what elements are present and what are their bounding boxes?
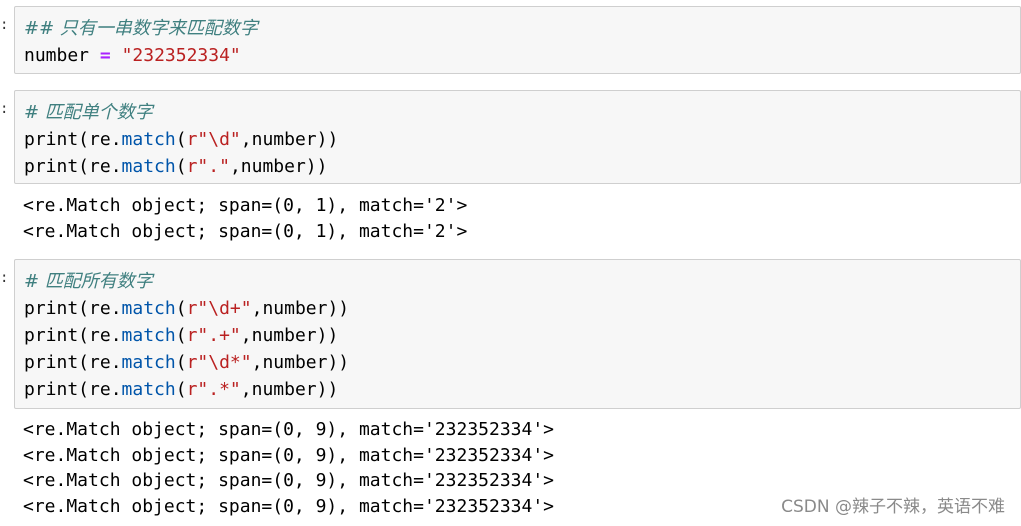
code-token: ( [175,129,187,150]
code-token: ,number)) [251,298,350,319]
code-comment: # 匹配单个数字 [24,102,153,123]
code-token: ,number)) [240,325,339,346]
code-comment: ## 只有一串数字来匹配数字 [24,18,258,39]
code-token: print(re. [24,156,122,177]
code-token: print(re. [24,325,122,346]
code-token: print(re. [24,379,122,400]
code-token: ,number)) [251,352,350,373]
code-token: ( [175,298,187,319]
output-line: <re.Match object; span=(0, 9), match='23… [23,419,555,440]
code-token: ( [175,156,187,177]
string-literal: r".+" [186,325,241,346]
function-name: match [121,325,176,346]
code-line: # 匹配所有数字 [24,268,1020,295]
code-line: print(re.match(r"\d+",number)) [24,295,1020,322]
code-line: print(re.match(r".+",number)) [24,322,1020,349]
code-line: print(re.match(r".*",number)) [24,376,1020,403]
output-line: <re.Match object; span=(0, 9), match='23… [23,470,555,491]
code-cell-1-input[interactable]: ## 只有一串数字来匹配数字 number = "232352334" [14,6,1021,74]
function-name: match [121,352,176,373]
code-line: # 匹配单个数字 [24,99,1020,126]
code-token: ,number)) [240,129,339,150]
assign-operator: = [99,45,111,66]
code-token: ,number)) [229,156,328,177]
string-literal: r".*" [186,379,241,400]
output-line: <re.Match object; span=(0, 1), match='2'… [23,195,468,216]
code-line: print(re.match(r"\d*",number)) [24,349,1020,376]
code-line: print(re.match(r".",number)) [24,153,1020,180]
string-literal: r"\d*" [186,352,252,373]
string-literal: r"." [186,156,230,177]
code-token: ( [175,352,187,373]
function-name: match [121,156,176,177]
output-line: <re.Match object; span=(0, 1), match='2'… [23,220,468,242]
code-token: ,number)) [240,379,339,400]
cell-1-prompt: : [0,17,9,33]
function-name: match [121,298,176,319]
code-cell-2-output: <re.Match object; span=(0, 1), match='2'… [14,193,1021,247]
code-comment: # 匹配所有数字 [24,271,153,292]
code-cell-2-input[interactable]: # 匹配单个数字 print(re.match(r"\d",number)) p… [14,90,1021,184]
function-name: match [121,129,176,150]
string-literal: r"\d" [186,129,241,150]
code-line: number = "232352334" [24,42,1020,69]
code-token: print(re. [24,352,122,373]
code-line: ## 只有一串数字来匹配数字 [24,15,1020,42]
variable-name: number [24,45,90,66]
string-literal: r"\d+" [186,298,252,319]
function-name: match [121,379,176,400]
cell-2-prompt: : [0,101,9,117]
output-line: <re.Match object; span=(0, 9), match='23… [23,444,555,466]
code-line: print(re.match(r"\d",number)) [24,126,1020,153]
notebook-page: : : : ## 只有一串数字来匹配数字 number = "232352334… [0,0,1021,526]
code-token: print(re. [24,129,122,150]
code-token: ( [175,325,187,346]
string-literal: "232352334" [121,45,241,66]
cell-3-prompt: : [0,270,9,286]
csdn-watermark: CSDN @辣子不辣，英语不难 [781,497,1005,517]
code-token: ( [175,379,187,400]
code-token: print(re. [24,298,122,319]
code-cell-3-input[interactable]: # 匹配所有数字 print(re.match(r"\d+",number)) … [14,259,1021,409]
